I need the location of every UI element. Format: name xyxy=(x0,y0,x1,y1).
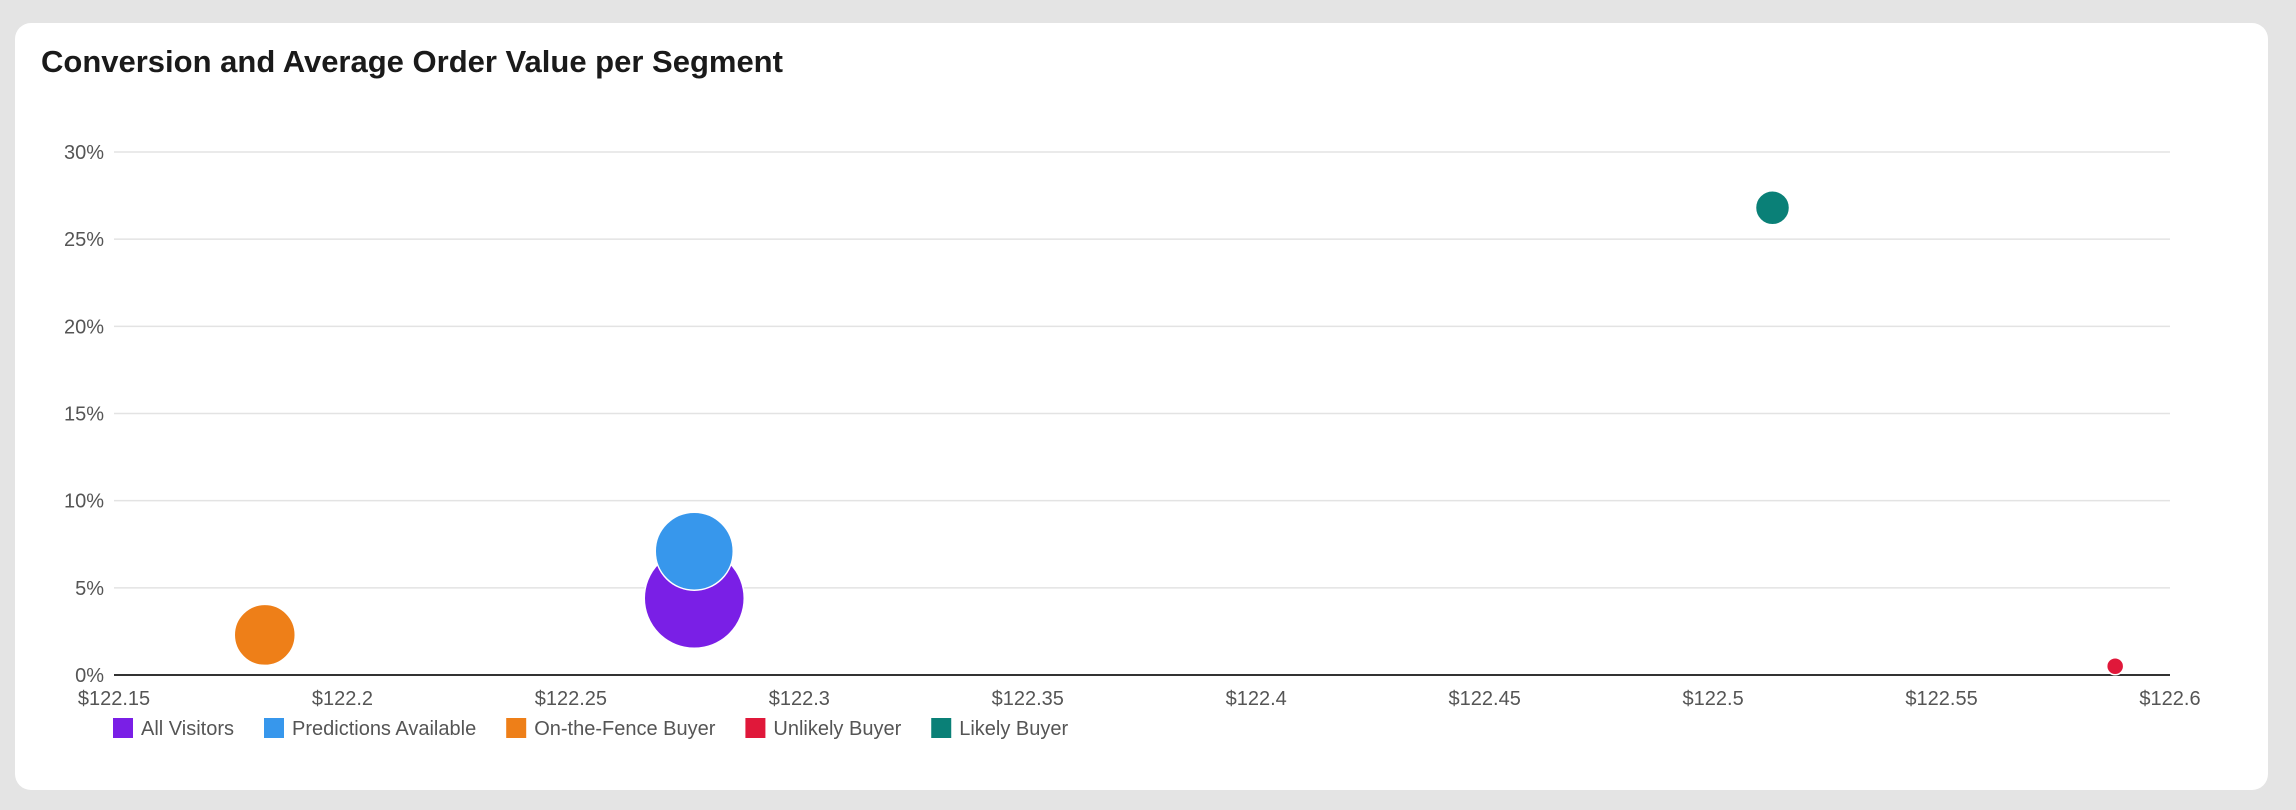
y-tick-label: 0% xyxy=(75,665,104,687)
x-tick-label: $122.3 xyxy=(769,688,830,710)
x-tick-label: $122.6 xyxy=(2139,688,2200,710)
x-tick-label: $122.35 xyxy=(992,688,1064,710)
x-tick-label: $122.4 xyxy=(1226,688,1287,710)
legend-swatch-likely-buyer xyxy=(931,718,952,738)
axis-layer: 0% 5% 10% 15% 20% 25% 30% $122.15 $122.2 $122.25 $… xyxy=(64,142,2201,710)
legend-swatch-on-the-fence-buyer xyxy=(506,718,527,738)
y-tick-label: 15% xyxy=(64,404,104,426)
bubble-unlikely-buyer[interactable] xyxy=(2105,657,2125,676)
scatter-plot: 0% 5% 10% 15% 20% 25% 30% $122.15 $122.2 $122.25 $… xyxy=(64,142,2201,740)
legend-swatch-predictions-available xyxy=(264,718,284,738)
legend-label-all-visitors: All Visitors xyxy=(141,718,234,740)
legend-label-predictions-available: Predictions Available xyxy=(292,718,476,740)
legend-label-likely-buyer: Likely Buyer xyxy=(959,718,1068,740)
x-tick-label: $122.2 xyxy=(312,688,373,710)
legend-label-unlikely-buyer: Unlikely Buyer xyxy=(773,718,901,740)
y-tick-label: 10% xyxy=(64,491,104,513)
y-tick-label: 30% xyxy=(64,142,104,164)
legend-label-on-the-fence-buyer: On-the-Fence Buyer xyxy=(534,718,716,740)
bubble-layer xyxy=(233,190,2125,676)
legend-swatch-unlikely-buyer xyxy=(745,718,766,738)
x-tick-label: $122.25 xyxy=(535,688,607,710)
x-tick-label: $122.15 xyxy=(78,688,150,710)
y-tick-label: 20% xyxy=(64,316,104,338)
x-tick-label: $122.5 xyxy=(1683,688,1744,710)
bubble-likely-buyer[interactable] xyxy=(1754,190,1791,226)
legend: All Visitors Predictions Available On-the-… xyxy=(113,718,1069,740)
grid-layer xyxy=(114,151,2170,589)
bubble-on-the-fence-buyer[interactable] xyxy=(233,603,297,667)
y-tick-label: 25% xyxy=(64,229,104,251)
x-tick-label: $122.45 xyxy=(1449,688,1521,710)
bubble-predictions-available[interactable] xyxy=(654,511,734,591)
x-tick-label: $122.55 xyxy=(1905,688,1977,710)
y-tick-label: 5% xyxy=(75,578,104,600)
legend-swatch-all-visitors xyxy=(113,718,133,738)
